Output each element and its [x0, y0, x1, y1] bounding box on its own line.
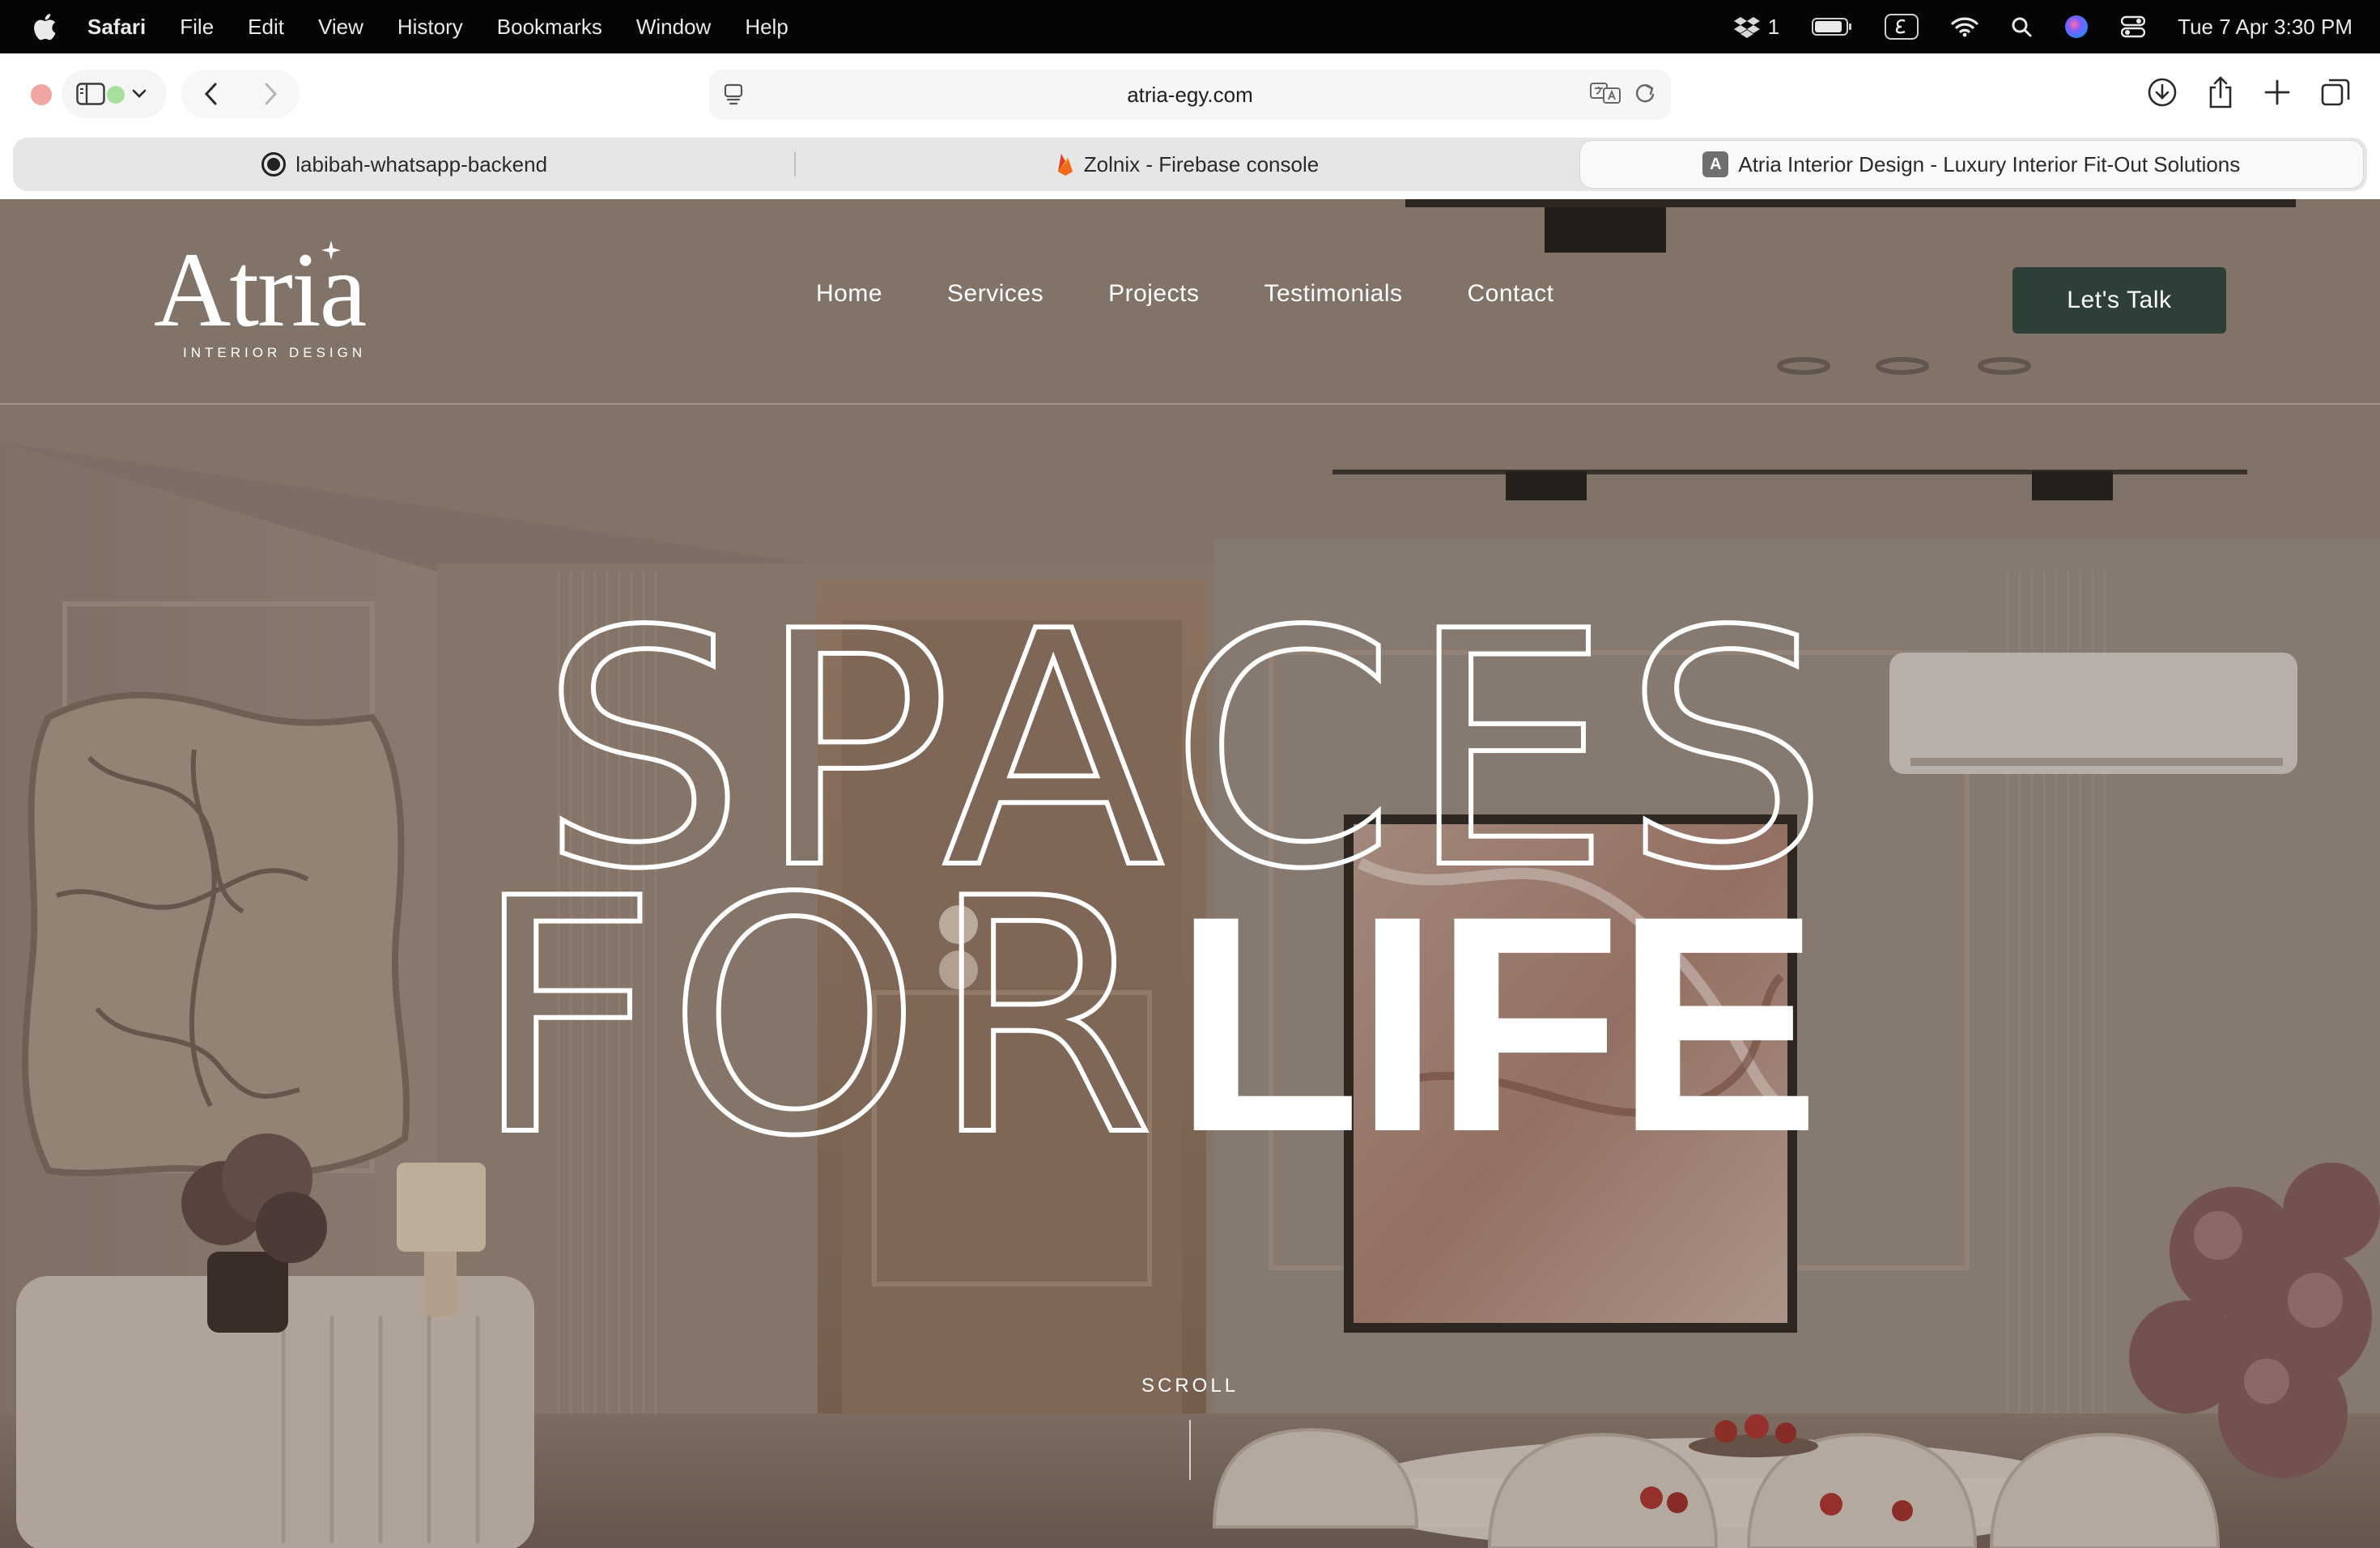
input-source-icon[interactable]	[1885, 14, 1919, 40]
tab-zolnix-firebase[interactable]: Zolnix - Firebase console	[796, 138, 1579, 191]
menu-view[interactable]: View	[318, 15, 363, 40]
chevron-down-icon[interactable]	[131, 88, 147, 100]
website-viewport: Atria INTERIOR DESIGN Home Services Proj…	[0, 199, 2380, 1548]
wifi-icon[interactable]	[1951, 16, 1978, 37]
menu-file[interactable]: File	[180, 15, 214, 40]
menu-bookmarks[interactable]: Bookmarks	[497, 15, 602, 40]
downloads-icon[interactable]	[2147, 77, 2178, 108]
sidebar-icon	[76, 83, 105, 105]
spotlight-icon[interactable]	[2011, 16, 2032, 37]
apple-icon[interactable]	[32, 13, 57, 40]
menu-window[interactable]: Window	[636, 15, 711, 40]
sidebar-toggle-button[interactable]	[62, 70, 167, 118]
siri-icon[interactable]	[2064, 15, 2089, 39]
share-icon[interactable]	[2207, 76, 2234, 108]
tab-group-indicator	[107, 86, 125, 104]
page-menu-icon[interactable]	[720, 81, 748, 108]
url-text[interactable]: atria-egy.com	[1127, 83, 1253, 108]
reload-icon[interactable]	[1634, 81, 1656, 105]
hero-line-life: LIFE	[1173, 852, 1813, 1196]
atria-favicon: A	[1702, 151, 1729, 177]
browser-toolbar: atria-egy.com	[0, 53, 2380, 136]
history-navigation	[181, 70, 300, 118]
control-center-icon[interactable]	[2121, 15, 2146, 38]
battery-icon[interactable]	[1812, 17, 1852, 36]
scroll-label: SCROLL	[1141, 1375, 1239, 1397]
menu-clock[interactable]: Tue 7 Apr 3:30 PM	[2178, 15, 2352, 40]
tab-title: Zolnix - Firebase console	[1083, 151, 1320, 176]
address-bar[interactable]: atria-egy.com	[709, 70, 1671, 120]
dropbox-status[interactable]: 1	[1733, 14, 1780, 40]
close-window-button[interactable]	[31, 84, 52, 105]
menu-history[interactable]: History	[397, 15, 463, 40]
firebase-icon	[1057, 154, 1073, 176]
tab-atria-interior-design[interactable]: A Atria Interior Design - Luxury Interio…	[1579, 140, 2364, 189]
dropbox-icon	[1733, 17, 1760, 38]
new-tab-icon[interactable]	[2263, 79, 2291, 106]
tab-labibah-whatsapp-backend[interactable]: labibah-whatsapp-backend	[13, 138, 797, 191]
back-icon[interactable]	[203, 82, 219, 106]
tab-bar: labibah-whatsapp-backend Zolnix - Fireba…	[0, 136, 2380, 199]
translate-icon[interactable]	[1590, 81, 1622, 105]
tab-overview-icon[interactable]	[2320, 77, 2351, 108]
scroll-line	[1189, 1420, 1191, 1480]
tab-title: labibah-whatsapp-backend	[295, 151, 548, 176]
hero-line-for: FOR	[473, 831, 1163, 1207]
scroll-indicator[interactable]: SCROLL	[1141, 1375, 1239, 1480]
tab-title: Atria Interior Design - Luxury Interior …	[1738, 151, 2241, 176]
github-icon	[261, 152, 287, 176]
menu-edit[interactable]: Edit	[248, 15, 284, 40]
macos-menu-bar: Safari File Edit View History Bookmarks …	[0, 0, 2380, 53]
extension-count: 1	[1767, 14, 1780, 39]
menu-help[interactable]: Help	[745, 15, 788, 40]
forward-icon[interactable]	[262, 82, 278, 106]
hero-headline: SPACES FOR LIFE	[470, 561, 1831, 1210]
menu-app-name[interactable]: Safari	[87, 15, 146, 40]
